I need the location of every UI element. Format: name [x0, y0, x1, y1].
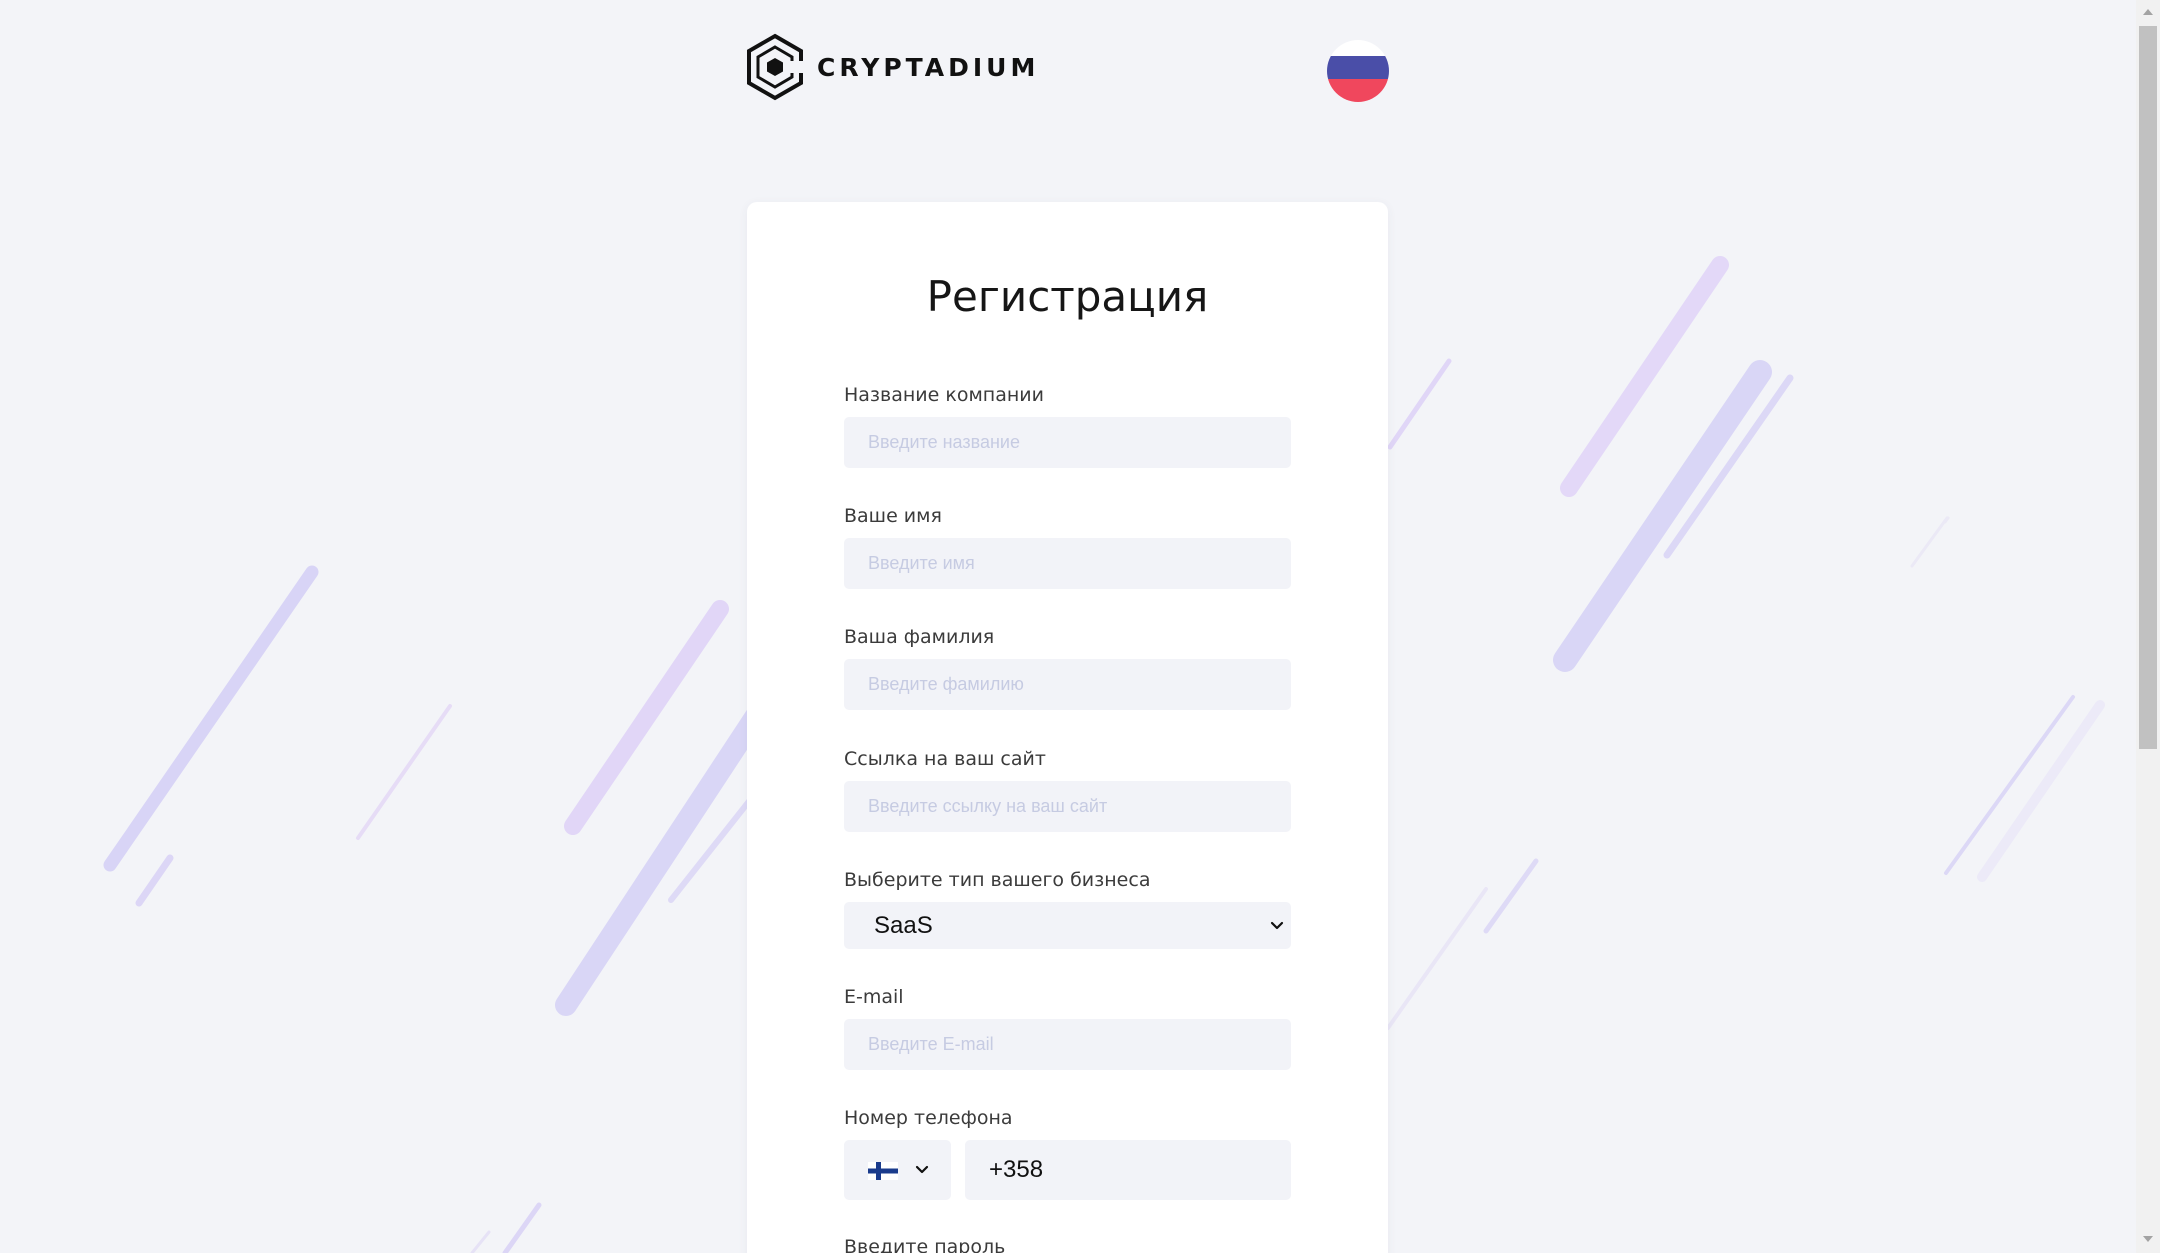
- registration-card: Регистрация Название компании Ваше имя В…: [747, 202, 1388, 1253]
- last-name-input[interactable]: [844, 659, 1291, 710]
- company-label: Название компании: [844, 384, 1044, 406]
- last-name-label: Ваша фамилия: [844, 626, 995, 648]
- decor-streak: [1977, 700, 2105, 882]
- first-name-label: Ваше имя: [844, 505, 942, 527]
- business-type-field: Выберите тип вашего бизнеса SaaS: [844, 867, 1291, 949]
- phone-row: [844, 1140, 1291, 1200]
- last-name-field: Ваша фамилия: [844, 624, 1291, 710]
- chevron-down-icon: [915, 1165, 929, 1174]
- company-input[interactable]: [844, 417, 1291, 468]
- business-type-label: Выберите тип вашего бизнеса: [844, 869, 1151, 891]
- brand-name: CRYPTADIUM: [817, 52, 1040, 82]
- decor-streak: [555, 699, 771, 1016]
- cryptadium-hexagon-logo-icon: [747, 33, 805, 101]
- decor-streak: [1944, 695, 2075, 875]
- email-field: E-mail: [844, 984, 1291, 1070]
- language-flag-ru-icon[interactable]: [1327, 40, 1389, 102]
- website-input[interactable]: [844, 781, 1291, 832]
- password-field: Введите пароль: [844, 1234, 1291, 1253]
- decor-streak: [502, 1202, 542, 1253]
- decor-streak: [1553, 360, 1772, 672]
- email-label: E-mail: [844, 986, 904, 1008]
- registration-page: CRYPTADIUM Регистрация Название компании…: [0, 0, 2160, 1253]
- brand-logo[interactable]: CRYPTADIUM: [745, 33, 1039, 101]
- decor-streak: [1386, 887, 1488, 1030]
- password-label: Введите пароль: [844, 1236, 1006, 1253]
- decor-streak: [470, 1230, 491, 1253]
- decor-streak: [1483, 858, 1539, 934]
- scroll-up-arrow-icon[interactable]: [2143, 9, 2153, 15]
- email-input[interactable]: [844, 1019, 1291, 1070]
- phone-country-select[interactable]: [844, 1140, 951, 1200]
- decor-streak: [1910, 516, 1949, 568]
- phone-input[interactable]: [965, 1140, 1291, 1200]
- scrollbar-thumb[interactable]: [2139, 26, 2157, 749]
- page-title: Регистрация: [926, 272, 1209, 321]
- business-type-selected-value: SaaS: [874, 912, 933, 939]
- first-name-field: Ваше имя: [844, 503, 1291, 589]
- scroll-down-arrow-icon[interactable]: [2143, 1236, 2153, 1242]
- website-field: Ссылка на ваш сайт: [844, 746, 1291, 832]
- chevron-down-icon: [1270, 921, 1284, 930]
- phone-field: Номер телефона: [844, 1105, 1291, 1200]
- vertical-scrollbar[interactable]: [2136, 0, 2160, 1253]
- business-type-select[interactable]: SaaS: [844, 902, 1291, 949]
- phone-label: Номер телефона: [844, 1107, 1013, 1129]
- decor-streak: [356, 704, 452, 840]
- company-field: Название компании: [844, 382, 1291, 468]
- decor-streak: [1387, 358, 1452, 450]
- decor-streak: [103, 565, 319, 872]
- first-name-input[interactable]: [844, 538, 1291, 589]
- decor-streak: [135, 854, 174, 907]
- website-label: Ссылка на ваш сайт: [844, 748, 1046, 770]
- finland-flag-icon: [868, 1162, 898, 1180]
